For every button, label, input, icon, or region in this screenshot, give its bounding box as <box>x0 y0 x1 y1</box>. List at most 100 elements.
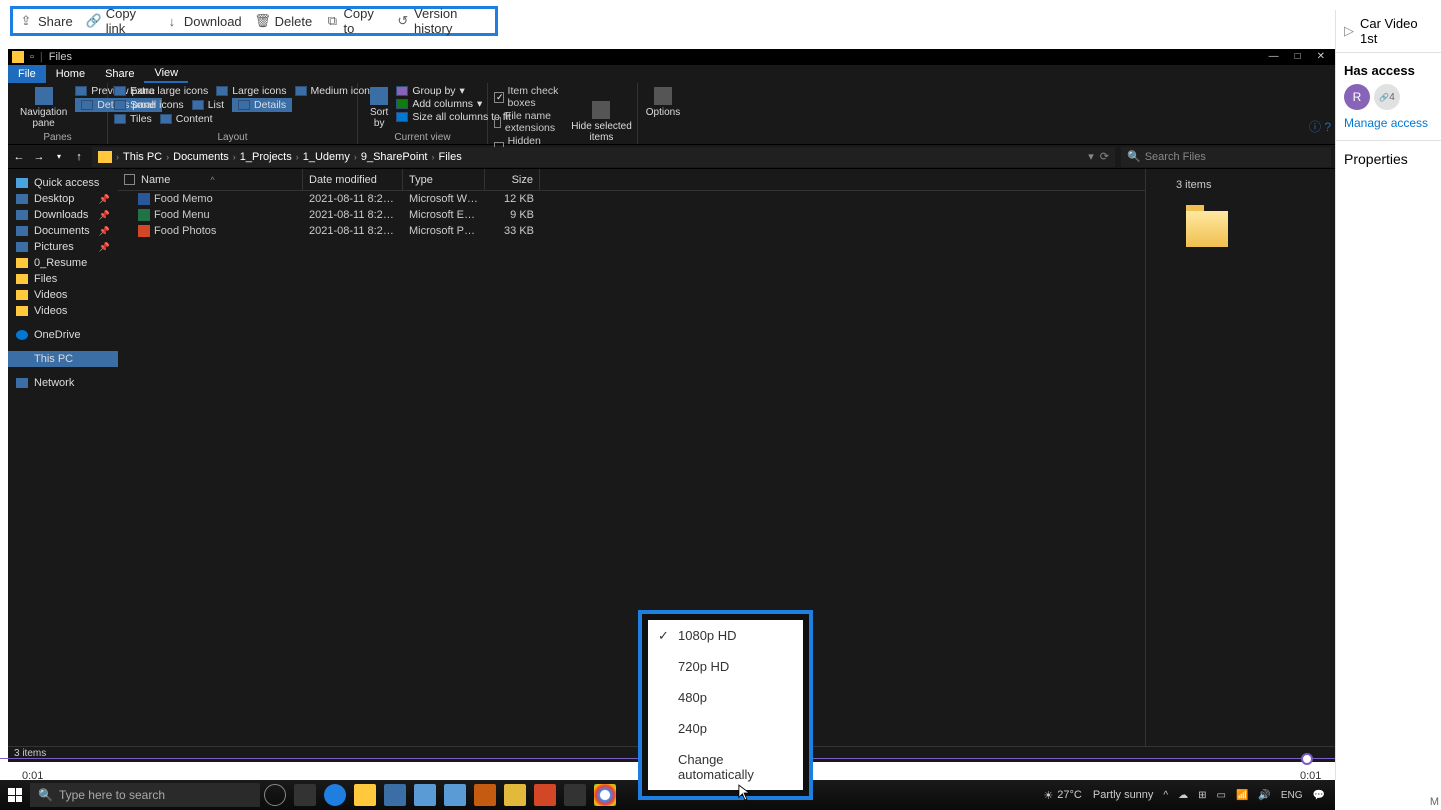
recent-button[interactable]: ▾ <box>52 150 66 164</box>
search-box[interactable]: 🔍 Search Files <box>1121 147 1331 167</box>
breadcrumb-path[interactable]: › This PC› Documents› 1_Projects› 1_Udem… <box>92 147 1115 167</box>
options-button[interactable]: Options <box>644 85 682 120</box>
crumb-udemy[interactable]: 1_Udemy <box>303 151 350 163</box>
quality-option[interactable]: 1080p HD <box>648 620 803 651</box>
file-row[interactable]: Food Photos2021-08-11 8:29 PMMicrosoft P… <box>118 223 1145 239</box>
weather-widget[interactable]: ☀27°C Partly sunny <box>1043 789 1153 802</box>
sort-by-button[interactable]: Sort by <box>364 85 394 131</box>
nav-resume[interactable]: 0_Resume <box>8 255 118 271</box>
app-icon[interactable] <box>504 784 526 806</box>
start-button[interactable] <box>0 780 30 810</box>
wifi-icon[interactable]: 📶 <box>1236 790 1248 801</box>
item-check-boxes-toggle[interactable]: Item check boxes <box>494 85 559 109</box>
layout-tiles[interactable]: Tiles <box>114 113 152 125</box>
ribbon-help-button[interactable]: ⓘ ? <box>1309 118 1331 135</box>
nav-network[interactable]: Network <box>8 375 118 391</box>
avatar[interactable]: R <box>1344 84 1370 110</box>
edge-icon[interactable] <box>324 784 346 806</box>
nav-quick-access[interactable]: Quick access <box>8 175 118 191</box>
corner-letter: M <box>1430 796 1439 808</box>
layout-large[interactable]: Large icons <box>216 85 286 97</box>
task-view-icon[interactable] <box>294 784 316 806</box>
volume-icon[interactable]: 🔊 <box>1258 790 1270 801</box>
documents-icon <box>16 226 28 236</box>
copy-to-button[interactable]: ⧉Copy to <box>326 6 382 36</box>
tab-home[interactable]: Home <box>46 65 95 83</box>
file-row[interactable]: Food Menu2021-08-11 8:29 PMMicrosoft Exc… <box>118 207 1145 223</box>
crumb-files[interactable]: Files <box>439 151 462 163</box>
layout-list[interactable]: List <box>192 99 224 111</box>
properties-heading: Properties <box>1336 140 1441 177</box>
minimize-button[interactable]: — <box>1269 51 1279 62</box>
version-history-button[interactable]: ↺Version history <box>397 6 489 36</box>
nav-downloads[interactable]: Downloads📌 <box>8 207 118 223</box>
file-type: Microsoft Excel W... <box>403 209 485 221</box>
path-dropdown-icon[interactable]: ▾ <box>1088 150 1094 163</box>
file-extensions-toggle[interactable]: File name extensions <box>494 110 559 134</box>
avatar-count[interactable]: 🔗4 <box>1374 84 1400 110</box>
file-type-icon <box>138 193 150 205</box>
store-icon[interactable] <box>384 784 406 806</box>
nav-onedrive[interactable]: OneDrive <box>8 327 118 343</box>
quality-option[interactable]: 720p HD <box>648 651 803 682</box>
manage-access-link[interactable]: Manage access <box>1344 116 1433 130</box>
delete-button[interactable]: 🗑Delete <box>256 14 313 29</box>
file-type: Microsoft Word D... <box>403 193 485 205</box>
crumb-documents[interactable]: Documents <box>173 151 229 163</box>
close-button[interactable]: ✕ <box>1317 51 1325 62</box>
quality-option[interactable]: Change automatically <box>648 744 803 790</box>
crumb-thispc[interactable]: This PC <box>123 151 162 163</box>
nav-files[interactable]: Files <box>8 271 118 287</box>
forward-button[interactable]: → <box>32 150 46 164</box>
file-row[interactable]: Food Memo2021-08-11 8:28 PMMicrosoft Wor… <box>118 191 1145 207</box>
group-label-panes: Panes <box>14 132 101 144</box>
app-icon[interactable] <box>534 784 556 806</box>
tray-chevron-icon[interactable]: ^ <box>1163 790 1168 801</box>
layout-details[interactable]: Details <box>232 98 292 112</box>
copy-link-button[interactable]: 🔗Copy link <box>87 6 151 36</box>
download-button[interactable]: ↓Download <box>165 14 242 29</box>
crumb-sharepoint[interactable]: 9_SharePoint <box>361 151 428 163</box>
explorer-icon[interactable] <box>354 784 376 806</box>
app-icon[interactable] <box>564 784 586 806</box>
nav-videos[interactable]: Videos <box>8 287 118 303</box>
crumb-projects[interactable]: 1_Projects <box>240 151 292 163</box>
col-type[interactable]: Type <box>403 169 485 190</box>
nav-documents[interactable]: Documents📌 <box>8 223 118 239</box>
cortana-icon[interactable] <box>264 784 286 806</box>
tray-icon[interactable]: ⊞ <box>1198 790 1206 801</box>
tab-share[interactable]: Share <box>95 65 144 83</box>
file-size: 33 KB <box>485 225 540 237</box>
app-icon[interactable] <box>444 784 466 806</box>
taskbar-search[interactable]: 🔍Type here to search <box>30 783 260 807</box>
nav-desktop[interactable]: Desktop📌 <box>8 191 118 207</box>
app-icon[interactable] <box>474 784 496 806</box>
col-date[interactable]: Date modified <box>303 169 403 190</box>
onedrive-tray-icon[interactable]: ☁ <box>1178 790 1188 801</box>
language-indicator[interactable]: ENG <box>1281 790 1303 801</box>
quality-option[interactable]: 480p <box>648 682 803 713</box>
maximize-button[interactable]: □ <box>1295 51 1301 62</box>
app-icon[interactable] <box>414 784 436 806</box>
nav-videos2[interactable]: Videos <box>8 303 118 319</box>
col-size[interactable]: Size <box>485 169 540 190</box>
layout-content[interactable]: Content <box>160 113 213 125</box>
select-all-checkbox[interactable] <box>124 174 135 185</box>
up-button[interactable]: ↑ <box>72 150 86 164</box>
chrome-icon[interactable] <box>594 784 616 806</box>
nav-this-pc[interactable]: This PC <box>8 351 118 367</box>
seek-thumb[interactable] <box>1301 753 1313 765</box>
battery-icon[interactable]: ▭ <box>1217 790 1226 801</box>
navigation-pane-button[interactable]: Navigation pane <box>14 85 73 131</box>
notifications-icon[interactable]: 💬 <box>1313 790 1325 801</box>
tab-file[interactable]: File <box>8 65 46 83</box>
layout-extra-large[interactable]: Extra large icons <box>114 85 208 97</box>
layout-small[interactable]: Small icons <box>114 99 184 111</box>
quality-option[interactable]: 240p <box>648 713 803 744</box>
refresh-button[interactable]: ⟳ <box>1100 150 1109 163</box>
share-button[interactable]: ⇪Share <box>19 14 73 29</box>
col-name[interactable]: Name^ <box>118 169 303 190</box>
nav-pictures[interactable]: Pictures📌 <box>8 239 118 255</box>
tab-view[interactable]: View <box>144 65 188 83</box>
back-button[interactable]: ← <box>12 150 26 164</box>
